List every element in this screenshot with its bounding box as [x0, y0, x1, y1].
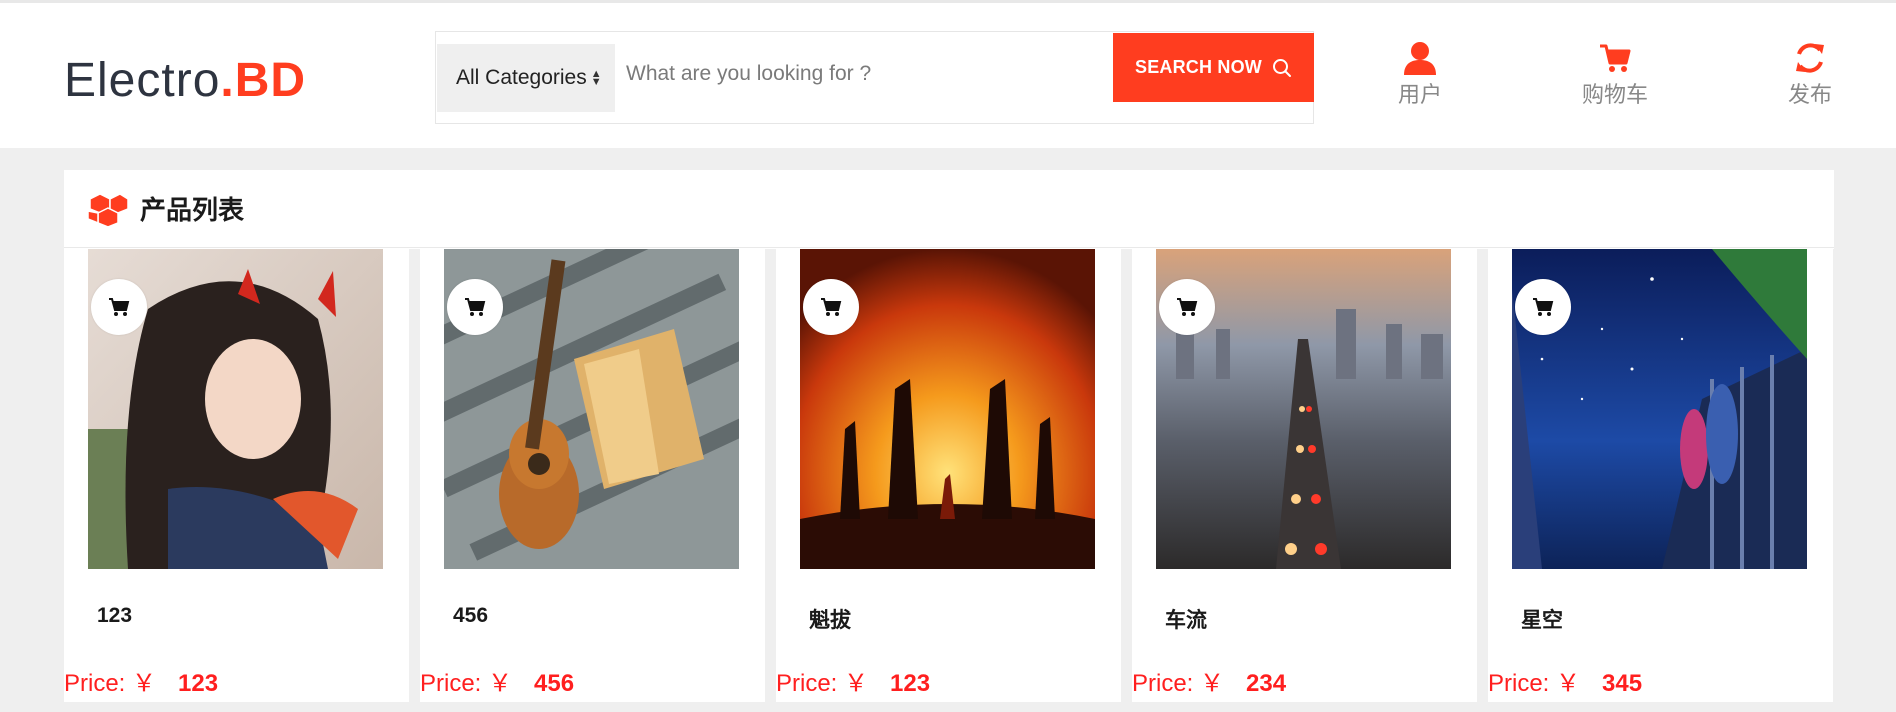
cart-icon [821, 298, 842, 316]
add-to-cart-button[interactable] [803, 279, 859, 335]
product-name[interactable]: 456 [453, 604, 488, 628]
add-to-cart-button[interactable] [91, 279, 147, 335]
search-icon [1273, 58, 1291, 77]
product-panel: 产品列表 123 Price: ￥ 123 456 Price: ￥ 456 魁… [64, 170, 1834, 702]
boxes-icon [87, 192, 129, 227]
search-bar: All Categories ▲▼ SEARCH NOW [435, 31, 1314, 124]
product-price: Price: ￥ 234 [1132, 663, 1286, 698]
price-label: Price: ￥ [1488, 670, 1581, 697]
site-logo[interactable]: Electro.BD [64, 53, 306, 109]
add-to-cart-button[interactable] [1515, 279, 1571, 335]
product-name[interactable]: 魁拔 [809, 604, 851, 634]
category-select[interactable]: All Categories ▲ ▼ [437, 44, 615, 112]
price-amount: 123 [890, 670, 931, 697]
nav-publish-label: 发布 [1787, 82, 1832, 107]
add-to-cart-button[interactable] [1159, 279, 1215, 335]
add-to-cart-button[interactable] [447, 279, 503, 335]
cart-icon [1533, 298, 1554, 316]
nav-cart-label: 购物车 [1581, 82, 1648, 107]
price-amount: 345 [1602, 670, 1643, 697]
nav-publish[interactable]: 发布 [1765, 41, 1855, 109]
card-divider [1121, 249, 1132, 702]
product-price: Price: ￥ 345 [1488, 663, 1642, 698]
product-name[interactable]: 123 [97, 604, 132, 628]
product-card[interactable]: 车流 Price: ￥ 234 [1132, 249, 1477, 702]
price-label: Price: ￥ [64, 670, 157, 697]
search-input[interactable] [626, 54, 1106, 94]
search-button-label: SEARCH NOW [1135, 57, 1262, 77]
search-button[interactable]: SEARCH NOW [1113, 33, 1314, 102]
card-divider [765, 249, 776, 702]
product-name[interactable]: 星空 [1521, 604, 1563, 634]
product-card[interactable]: 456 Price: ￥ 456 [420, 249, 765, 702]
price-label: Price: ￥ [1132, 670, 1225, 697]
product-card[interactable]: 魁拔 Price: ￥ 123 [776, 249, 1121, 702]
cart-icon [1177, 298, 1198, 316]
select-arrows-icon: ▲ ▼ [590, 68, 602, 88]
card-divider [409, 249, 420, 702]
nav-cart[interactable]: 购物车 [1570, 41, 1660, 109]
product-card[interactable]: 星空 Price: ￥ 345 [1488, 249, 1833, 702]
card-divider [1833, 249, 1834, 702]
price-amount: 456 [534, 670, 575, 697]
price-label: Price: ￥ [776, 670, 869, 697]
product-price: Price: ￥ 456 [420, 663, 574, 698]
user-icon [1404, 42, 1436, 75]
site-header: Electro.BD All Categories ▲▼ SEARCH NOW … [0, 0, 1896, 148]
panel-title: 产品列表 [140, 195, 245, 225]
category-select-value: All Categories [456, 66, 587, 89]
logo-text: Electro [64, 54, 221, 107]
cart-icon [465, 298, 486, 316]
nav-user[interactable]: 用户 [1375, 41, 1465, 109]
product-price: Price: ￥ 123 [776, 663, 930, 698]
product-name[interactable]: 车流 [1165, 604, 1207, 634]
product-card[interactable]: 123 Price: ￥ 123 [64, 249, 409, 702]
card-divider [1477, 249, 1488, 702]
panel-header: 产品列表 [64, 170, 1834, 248]
nav-user-label: 用户 [1397, 82, 1442, 107]
logo-accent-text: .BD [220, 54, 307, 107]
price-amount: 234 [1246, 670, 1287, 697]
cart-icon [1600, 44, 1631, 72]
price-amount: 123 [178, 670, 219, 697]
price-label: Price: ￥ [420, 670, 513, 697]
refresh-icon [1796, 43, 1824, 73]
product-price: Price: ￥ 123 [64, 663, 218, 698]
cart-icon [109, 298, 130, 316]
